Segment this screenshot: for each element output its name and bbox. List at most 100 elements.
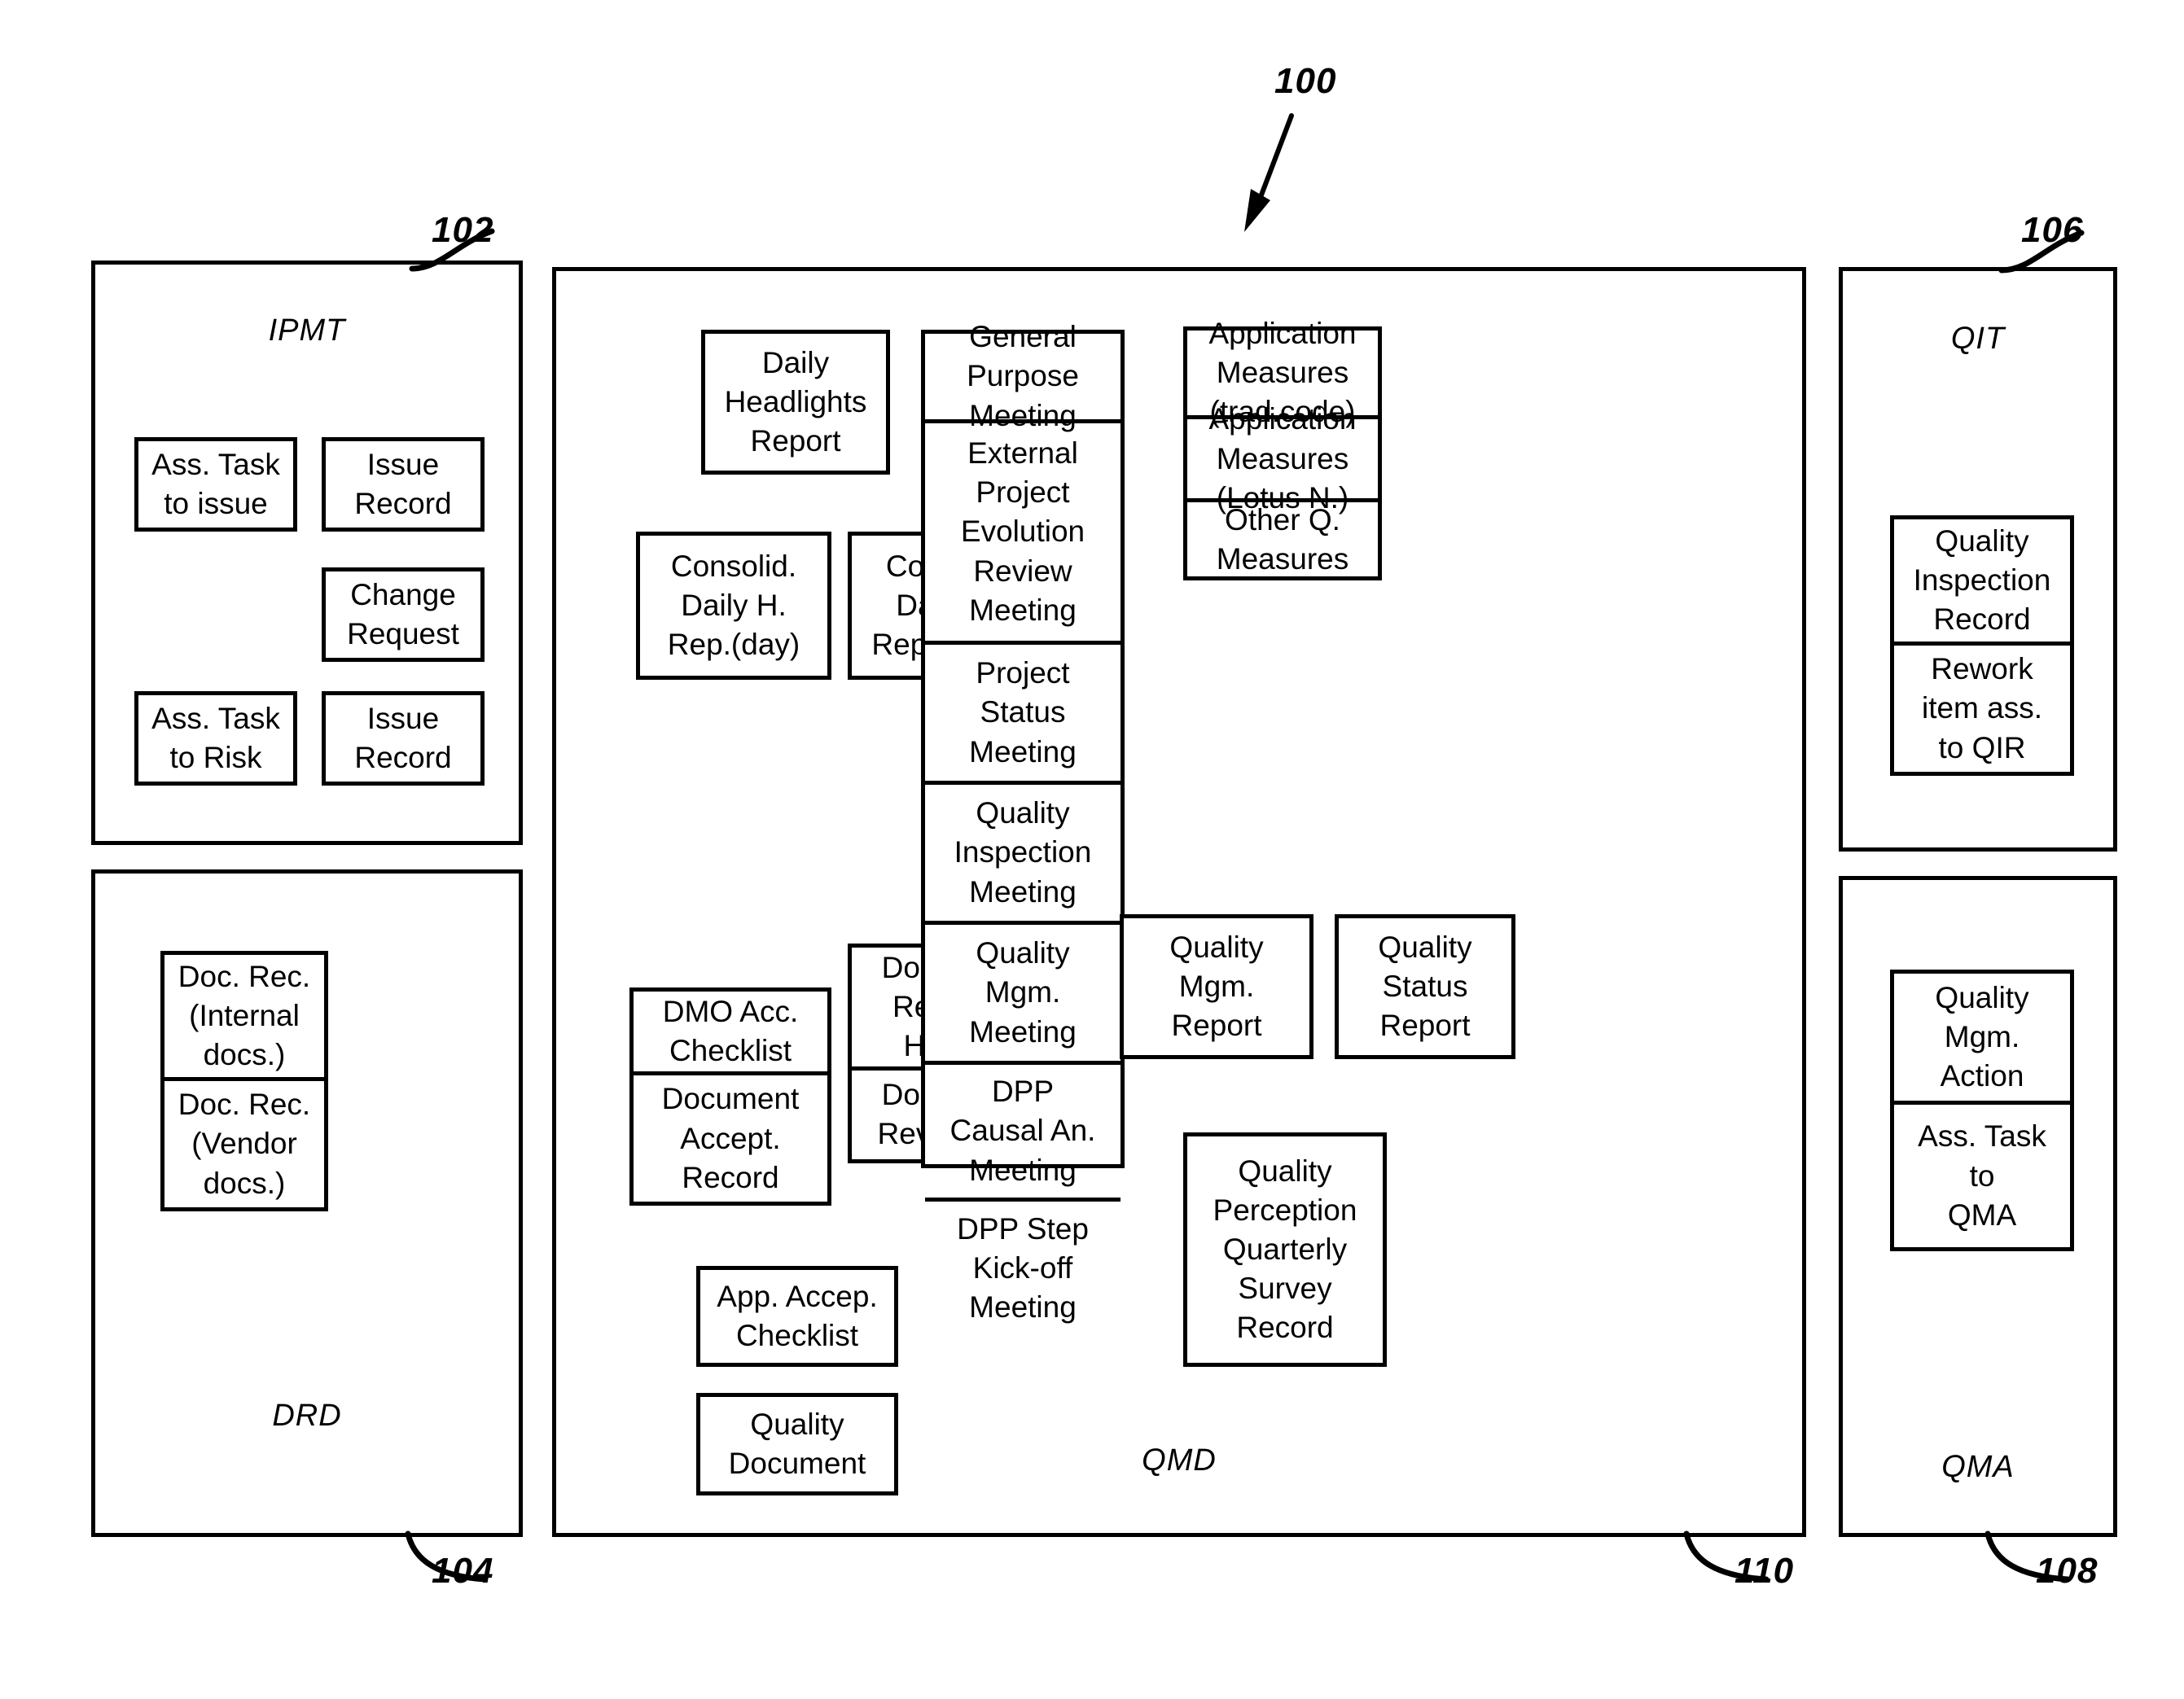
box-rework-item-ass-to-qir[interactable]: Rework item ass. to QIR xyxy=(1894,646,2070,772)
box-doc-rec-vendor[interactable]: Doc. Rec. (Vendor docs.) xyxy=(164,1081,324,1207)
box-issue-record-top[interactable]: Issue Record xyxy=(322,437,485,532)
box-dpp-causal-an-meeting[interactable]: DPP Causal An. Meeting xyxy=(925,1065,1121,1202)
panel-label-drd: DRD xyxy=(272,1399,342,1433)
line: Document xyxy=(661,1082,800,1116)
line: Record xyxy=(682,1160,779,1194)
line: Application xyxy=(1208,402,1357,436)
box-dmo-acc-checklist[interactable]: DMO Acc. Checklist xyxy=(634,992,827,1076)
line: Accept. xyxy=(680,1121,781,1155)
ref-number-110: 110 xyxy=(1734,1551,1795,1591)
line: Inspection xyxy=(954,835,1092,869)
line: Meeting xyxy=(969,1014,1077,1049)
line: to xyxy=(1969,1158,1995,1193)
line: Mgm. xyxy=(1944,1020,2020,1054)
figure-number-100: 100 xyxy=(1274,61,1337,101)
line: Quality xyxy=(750,1407,844,1441)
line: Report xyxy=(1171,1009,1262,1043)
box-quality-mgm-action[interactable]: Quality Mgm. Action xyxy=(1894,974,2070,1106)
box-other-q-measures[interactable]: Other Q. Measures xyxy=(1187,502,1378,576)
line: Survey xyxy=(1238,1272,1332,1306)
line: Doc. Rec. xyxy=(178,1088,311,1122)
stack-document-acceptance: DMO Acc. Checklist Document Accept. Reco… xyxy=(629,987,831,1206)
line: Change xyxy=(350,577,456,611)
line: DMO Acc. xyxy=(662,995,799,1028)
line: item ass. xyxy=(1921,691,2043,725)
line: Report xyxy=(1379,1009,1471,1043)
panel-label-qmd: QMD xyxy=(1142,1443,1217,1478)
line: Causal An. xyxy=(949,1114,1096,1148)
line: Doc. Rec. xyxy=(178,959,311,993)
line: Meeting xyxy=(969,1153,1077,1187)
line: Status xyxy=(980,695,1066,729)
stack-meetings: General Purpose Meeting External Project… xyxy=(921,320,1125,1324)
box-general-purpose-meeting[interactable]: General Purpose Meeting xyxy=(925,320,1121,432)
box-consolid-daily-h-rep-day[interactable]: Consolid. Daily H. Rep.(day) xyxy=(636,532,831,680)
line: Request xyxy=(347,617,459,650)
line: Quality xyxy=(976,796,1070,830)
line: docs.) xyxy=(203,1166,286,1200)
line: Issue xyxy=(366,701,440,735)
line: docs.) xyxy=(203,1038,286,1072)
box-quality-status-report[interactable]: Quality Status Report xyxy=(1335,914,1515,1059)
panel-label-ipmt: IPMT xyxy=(268,313,346,348)
line: Issue xyxy=(366,447,440,481)
line: Measures xyxy=(1216,541,1349,576)
line: Daily xyxy=(761,345,830,379)
line: Report xyxy=(750,424,841,458)
line: External xyxy=(967,436,1078,471)
box-document-accept-record[interactable]: Document Accept. Record xyxy=(634,1075,827,1202)
line: Meeting xyxy=(969,874,1077,909)
box-project-status-meeting[interactable]: Project Status Meeting xyxy=(925,645,1121,785)
line: Quality xyxy=(1169,930,1264,964)
box-ass-task-to-issue[interactable]: Ass. Task to issue xyxy=(134,437,297,532)
ref-number-106: 106 xyxy=(2021,210,2084,250)
line: Ass. Task xyxy=(151,701,280,735)
stack-document-records: Doc. Rec. (Internal docs.) Doc. Rec. (Ve… xyxy=(160,951,328,1211)
box-change-request[interactable]: Change Request xyxy=(322,567,485,662)
box-external-project-evolution-review-meeting[interactable]: External Project Evolution Review Meetin… xyxy=(925,423,1121,645)
box-ass-task-to-qma[interactable]: Ass. Task to QMA xyxy=(1894,1105,2070,1247)
box-quality-mgm-meeting[interactable]: Quality Mgm. Meeting xyxy=(925,925,1121,1065)
box-dpp-step-kick-off-meeting[interactable]: DPP Step Kick-off Meeting xyxy=(925,1202,1121,1335)
line: Consolid. xyxy=(670,549,797,583)
line: Record xyxy=(354,741,452,774)
line: Perception xyxy=(1213,1193,1357,1227)
box-quality-inspection-meeting[interactable]: Quality Inspection Meeting xyxy=(925,785,1121,925)
line: General xyxy=(969,320,1077,354)
box-quality-mgm-report[interactable]: Quality Mgm. Report xyxy=(1120,914,1313,1059)
line: Status xyxy=(1382,969,1468,1003)
box-quality-inspection-record[interactable]: Quality Inspection Record xyxy=(1894,519,2070,646)
line: Purpose xyxy=(967,359,1079,393)
line: Record xyxy=(1236,1311,1334,1345)
line: Kick-off xyxy=(972,1250,1073,1285)
line: Project xyxy=(976,656,1070,690)
line: Quality xyxy=(1378,930,1472,964)
box-daily-headlights-report[interactable]: Daily Headlights Report xyxy=(701,330,890,475)
panel-qmd: Daily Headlights Report Consolid. Daily … xyxy=(552,267,1806,1537)
box-application-measures-lotus-n[interactable]: Application Measures (Lotus N.) xyxy=(1187,402,1378,515)
line: Ass. Task xyxy=(151,447,280,481)
box-ass-task-to-risk[interactable]: Ass. Task to Risk xyxy=(134,691,297,786)
stack-quality-mgm-action: Quality Mgm. Action Ass. Task to QMA xyxy=(1890,970,2074,1251)
line: App. Accep. xyxy=(717,1279,878,1313)
line: Inspection xyxy=(1913,563,2051,597)
box-app-accep-checklist[interactable]: App. Accep. Checklist xyxy=(696,1266,898,1367)
line: Quarterly xyxy=(1222,1232,1348,1266)
line: Checklist xyxy=(669,1034,792,1068)
box-doc-rec-internal[interactable]: Doc. Rec. (Internal docs.) xyxy=(164,955,324,1081)
line: Quality xyxy=(1238,1154,1332,1188)
line: Ass. Task xyxy=(1918,1119,2046,1154)
panel-label-qma: QMA xyxy=(1941,1450,2015,1484)
line: Mgm. xyxy=(985,975,1061,1009)
box-issue-record-bottom[interactable]: Issue Record xyxy=(322,691,485,786)
panel-qma: Quality Mgm. Action Ass. Task to QMA QMA xyxy=(1839,876,2117,1537)
stack-application-measures: Application Measures (trad.code) Applica… xyxy=(1183,317,1382,580)
line: Review xyxy=(973,554,1072,588)
panel-label-qit: QIT xyxy=(1950,322,2006,356)
line: Application xyxy=(1208,316,1357,350)
line: (Internal xyxy=(189,998,300,1032)
line: Quality xyxy=(1935,980,2029,1014)
panel-drd: Doc. Rec. (Internal docs.) Doc. Rec. (Ve… xyxy=(91,869,523,1537)
line: Measures xyxy=(1216,441,1349,475)
box-quality-perception-quarterly-survey-record[interactable]: Quality Perception Quarterly Survey Reco… xyxy=(1183,1132,1387,1367)
